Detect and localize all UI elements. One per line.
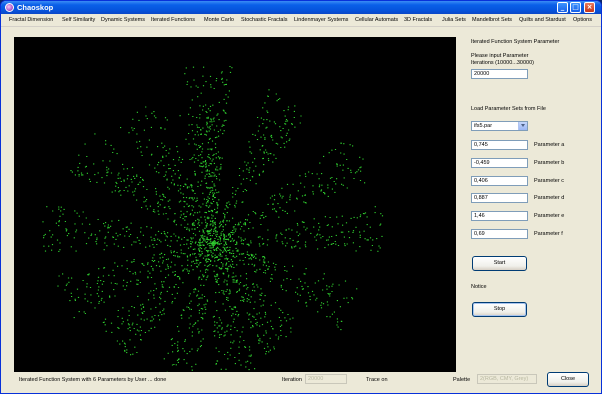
- parameter-f-label: Parameter f: [534, 231, 563, 237]
- parameter-b-input[interactable]: -0,459: [471, 158, 528, 168]
- fractal-points: [42, 65, 384, 372]
- menu-stochastic-fractals[interactable]: Stochastic Fractals: [241, 17, 287, 24]
- load-parameter-label: Load Parameter Sets from File: [471, 106, 546, 112]
- parameter-b-label: Parameter b: [534, 160, 565, 166]
- parameter-f-input[interactable]: 0,69: [471, 229, 528, 239]
- menu-bar: Fractal Dimension Self Similarity Dynami…: [1, 14, 601, 27]
- menu-cellular-automats[interactable]: Cellular Automats: [355, 17, 398, 24]
- iterations-input[interactable]: 20000: [471, 69, 528, 79]
- panel-heading: Iterated Function System Parameter: [471, 39, 560, 45]
- menu-lindenmayer-systems[interactable]: Lindenmayer Systems: [294, 17, 348, 24]
- close-window-button[interactable]: ×: [584, 2, 595, 13]
- parameter-d-label: Parameter d: [534, 195, 565, 201]
- parameter-d-input[interactable]: 0,887: [471, 193, 528, 203]
- title-bar[interactable]: Chaoskop _ □ ×: [1, 1, 601, 14]
- palette-field: 2(RGB, CMY, Grey): [477, 374, 537, 384]
- menu-options[interactable]: Options: [573, 17, 592, 24]
- palette-label: Palette: [453, 377, 471, 383]
- fractal-image: [42, 65, 384, 372]
- chevron-down-icon[interactable]: [518, 122, 527, 130]
- menu-julia-sets[interactable]: Julia Sets: [442, 17, 466, 24]
- parameter-c-label: Parameter c: [534, 178, 564, 184]
- app-window: Chaoskop _ □ × Fractal Dimension Self Si…: [0, 0, 602, 394]
- iterations-prompt: Please input Parameter: [471, 53, 529, 59]
- menu-monte-carlo[interactable]: Monte Carlo: [204, 17, 234, 24]
- menu-iterated-functions[interactable]: Iterated Functions: [151, 17, 195, 24]
- parameter-c-input[interactable]: 0,406: [471, 176, 528, 186]
- menu-mandelbrot-sets[interactable]: Mandelbrot Sets: [472, 17, 512, 24]
- trace-label: Trace on: [366, 377, 388, 383]
- start-button[interactable]: Start: [472, 256, 527, 271]
- iteration-count-field: 20000: [305, 374, 347, 384]
- iteration-label: Iteration: [282, 377, 302, 383]
- maximize-button[interactable]: □: [570, 2, 581, 13]
- parameter-e-input[interactable]: 1,46: [471, 211, 528, 221]
- menu-fractal-dimension[interactable]: Fractal Dimension: [9, 17, 53, 24]
- parameter-file-value: ifs5.par: [474, 123, 493, 129]
- menu-dynamic-systems[interactable]: Dynamic Systems: [101, 17, 145, 24]
- close-button[interactable]: Close: [547, 372, 589, 387]
- parameter-a-input[interactable]: 0,745: [471, 140, 528, 150]
- fractal-canvas: [14, 37, 456, 372]
- menu-self-similarity[interactable]: Self Similarity: [62, 17, 95, 24]
- parameter-file-select[interactable]: ifs5.par: [471, 121, 528, 131]
- minimize-button[interactable]: _: [557, 2, 568, 13]
- app-icon: [5, 3, 14, 12]
- menu-3d-fractals[interactable]: 3D Fractals: [404, 17, 432, 24]
- stop-button[interactable]: Stop: [472, 302, 527, 317]
- parameter-a-label: Parameter a: [534, 142, 565, 148]
- notice-label: Notice: [471, 284, 487, 290]
- iterations-range: Iterations (10000...30000): [471, 60, 534, 66]
- status-message: Iterated Function System with 6 Paramete…: [19, 377, 167, 383]
- window-title: Chaoskop: [17, 3, 54, 12]
- menu-quilts-and-stardust[interactable]: Quilts and Stardust: [519, 17, 566, 24]
- parameter-e-label: Parameter e: [534, 213, 565, 219]
